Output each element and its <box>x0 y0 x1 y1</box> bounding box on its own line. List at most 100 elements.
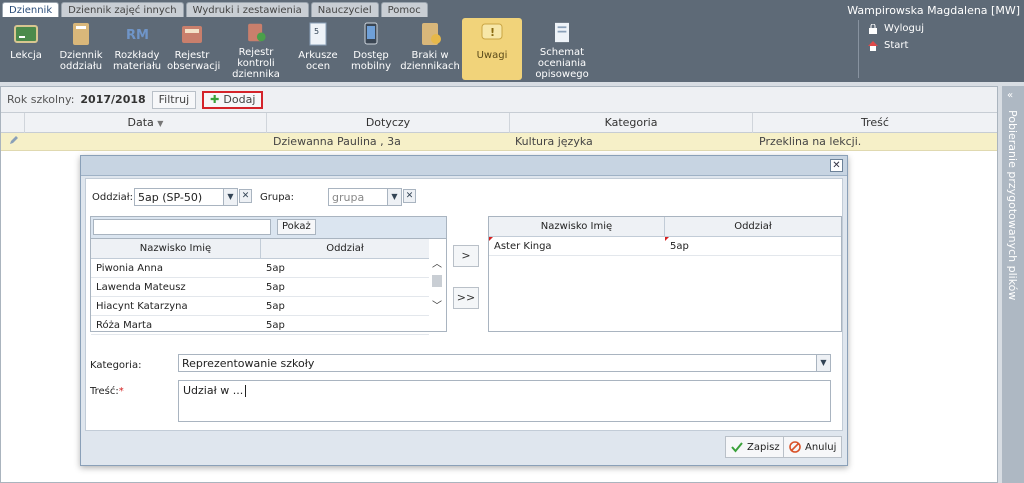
cell-data <box>25 133 273 151</box>
toolbar-label: Braki w dziennikach <box>400 50 460 72</box>
add-label: Dodaj <box>223 92 256 106</box>
missing-entries-icon <box>422 23 441 45</box>
start-link[interactable]: Start <box>868 37 924 54</box>
grupa-label: Grupa: <box>260 192 295 203</box>
col-name[interactable]: Nazwisko Imię <box>489 217 665 237</box>
scrollbar[interactable]: ︿ ﹀ <box>430 259 444 331</box>
table-row[interactable]: Hiacynt Katarzyna 5ap <box>91 297 429 316</box>
tresc-label: Treść:* <box>90 386 124 397</box>
toolbar-rejestr-kontroli[interactable]: Rejestr kontroli dziennika <box>220 18 292 80</box>
add-button[interactable]: ✚ Dodaj <box>202 90 264 109</box>
show-button[interactable]: Pokaż <box>277 219 316 235</box>
toolbar-label: Rejestr kontroli dziennika <box>232 47 280 80</box>
checkmark-icon <box>731 442 743 453</box>
scroll-thumb[interactable] <box>432 275 442 287</box>
dialog-footer: Zapisz Anuluj <box>85 432 843 464</box>
year-label: Rok szkolny: <box>7 93 75 106</box>
kategoria-value: Reprezentowanie szkoły <box>182 356 315 370</box>
cell-class: 5ap <box>266 320 285 331</box>
kategoria-select[interactable]: Reprezentowanie szkoły ▼ <box>178 354 831 372</box>
toolbar-arkusze-ocen[interactable]: 5 Arkusze ocen <box>292 18 344 80</box>
right-links: Wyloguj Start <box>868 20 924 54</box>
toolbar-dostep-mobilny[interactable]: Dostęp mobilny <box>344 18 398 80</box>
search-input[interactable] <box>93 219 271 235</box>
table-row[interactable]: Piwonia Anna 5ap <box>91 259 429 278</box>
toolbar-braki-w-dziennikach[interactable]: Braki w dziennikach <box>398 18 462 80</box>
grid-col-dotyczy[interactable]: Dotyczy <box>267 113 510 133</box>
move-all-button[interactable]: >> <box>453 287 479 309</box>
required-mark: * <box>118 386 124 397</box>
kategoria-label: Kategoria: <box>90 360 142 371</box>
tab-dziennik-zajec-innych[interactable]: Dziennik zajęć innych <box>61 2 184 17</box>
tab-pomoc[interactable]: Pomoc <box>380 2 428 17</box>
logout-link[interactable]: Wyloguj <box>868 20 924 37</box>
cell-tresc: Przeklina na lekcji. <box>759 135 862 148</box>
left-table-body: Piwonia Anna 5ap Lawenda Mateusz 5ap Hiacy… <box>91 259 429 335</box>
toolbar-label: Rejestr obserwacji <box>167 50 221 72</box>
toolbar-label: Dziennik oddziału <box>59 50 103 72</box>
rm-icon: RM <box>126 28 149 43</box>
cell-class: 5ap <box>266 263 285 274</box>
cancel-icon <box>789 441 801 453</box>
chevron-down-icon[interactable]: ▼ <box>816 355 830 371</box>
cell-name: Piwonia Anna <box>96 263 163 274</box>
available-students-panel: Pokaż Nazwisko Imię Oddział Piwonia Anna… <box>90 216 447 335</box>
toolbar-dziennik-oddzialu[interactable]: Dziennik oddziału <box>52 18 110 80</box>
grid-col-kategoria[interactable]: Kategoria <box>510 113 753 133</box>
table-row[interactable]: Lawenda Mateusz 5ap <box>91 278 429 297</box>
selected-students-panel: Nazwisko Imię Oddział Aster Kinga 5ap <box>488 216 842 332</box>
student-search-bar: Pokaż <box>91 217 446 239</box>
remarks-icon: ! <box>481 23 503 40</box>
col-class[interactable]: Oddział <box>665 217 841 237</box>
move-one-button[interactable]: > <box>453 245 479 267</box>
save-button[interactable]: Zapisz <box>725 436 786 458</box>
mobile-icon <box>364 22 378 45</box>
side-panel[interactable]: « Pobieranie przygotowanych plików <box>1002 86 1024 483</box>
cell-class: 5ap <box>266 301 285 312</box>
toolbar-label: Arkusze ocen <box>298 50 338 72</box>
sort-arrow-icon: ▼ <box>157 119 164 128</box>
tab-wydruki[interactable]: Wydruki i zestawienia <box>185 2 309 17</box>
table-row[interactable]: Dziewanna Paulina , 3a Kultura języka Pr… <box>1 133 997 151</box>
filter-button[interactable]: Filtruj <box>151 90 197 109</box>
toolbar-uwagi[interactable]: ! Uwagi <box>462 18 522 80</box>
toolbar-rozklady-materialu[interactable]: RM Rozkłady materiału <box>110 18 164 80</box>
toolbar-lekcja[interactable]: Lekcja <box>0 18 52 80</box>
cell-class: 5ap <box>266 282 285 293</box>
text-caret <box>245 385 247 397</box>
col-name[interactable]: Nazwisko Imię <box>91 239 261 259</box>
col-data-label: Data <box>127 116 154 129</box>
chevron-down-icon[interactable]: ﹀ <box>430 301 444 313</box>
chevron-up-icon[interactable]: ︿ <box>430 259 444 271</box>
grid-col-data[interactable]: Data ▼ <box>25 113 267 133</box>
grade-sheets-icon: 5 <box>309 22 327 46</box>
tab-dziennik[interactable]: Dziennik <box>2 2 60 17</box>
logout-label: Wyloguj <box>884 23 924 34</box>
close-icon[interactable]: ✕ <box>830 159 843 172</box>
toolbar-schemat-oceniania[interactable]: Schemat oceniania opisowego <box>522 18 602 80</box>
cell-name: Aster Kinga <box>494 241 552 252</box>
oddzial-select[interactable]: 5ap (SP-50) ▼ <box>134 188 238 206</box>
table-row[interactable]: Aster Kinga 5ap <box>489 237 841 256</box>
toolbar: Lekcja Dziennik oddziału RM Rozkłady mat… <box>0 18 602 80</box>
observation-register-icon <box>182 26 202 43</box>
tab-nauczyciel[interactable]: Nauczyciel <box>310 2 379 17</box>
clear-grupa-icon[interactable]: ✕ <box>403 189 416 203</box>
cancel-button[interactable]: Anuluj <box>783 436 843 458</box>
save-label: Zapisz <box>747 441 780 453</box>
pencil-icon[interactable] <box>1 133 25 151</box>
collapse-icon[interactable]: « <box>1007 90 1013 101</box>
toolbar-label: Schemat oceniania opisowego <box>535 47 589 80</box>
tresc-textarea[interactable]: Udział w ... <box>178 380 831 422</box>
grupa-select[interactable]: grupa ▼ <box>328 188 402 206</box>
toolbar-rejestr-obserwacji[interactable]: Rejestr obserwacji <box>164 18 220 80</box>
chevron-down-icon[interactable]: ▼ <box>387 189 401 205</box>
grid-col-tresc[interactable]: Treść <box>753 113 997 133</box>
table-row[interactable]: Róża Marta 5ap <box>91 316 429 335</box>
chevron-down-icon[interactable]: ▼ <box>223 189 237 205</box>
col-class[interactable]: Oddział <box>261 239 429 259</box>
svg-text:5: 5 <box>314 27 319 36</box>
clear-oddzial-icon[interactable]: ✕ <box>239 189 252 203</box>
cell-name: Hiacynt Katarzyna <box>96 301 188 312</box>
dialog-titlebar: ✕ <box>81 156 847 176</box>
